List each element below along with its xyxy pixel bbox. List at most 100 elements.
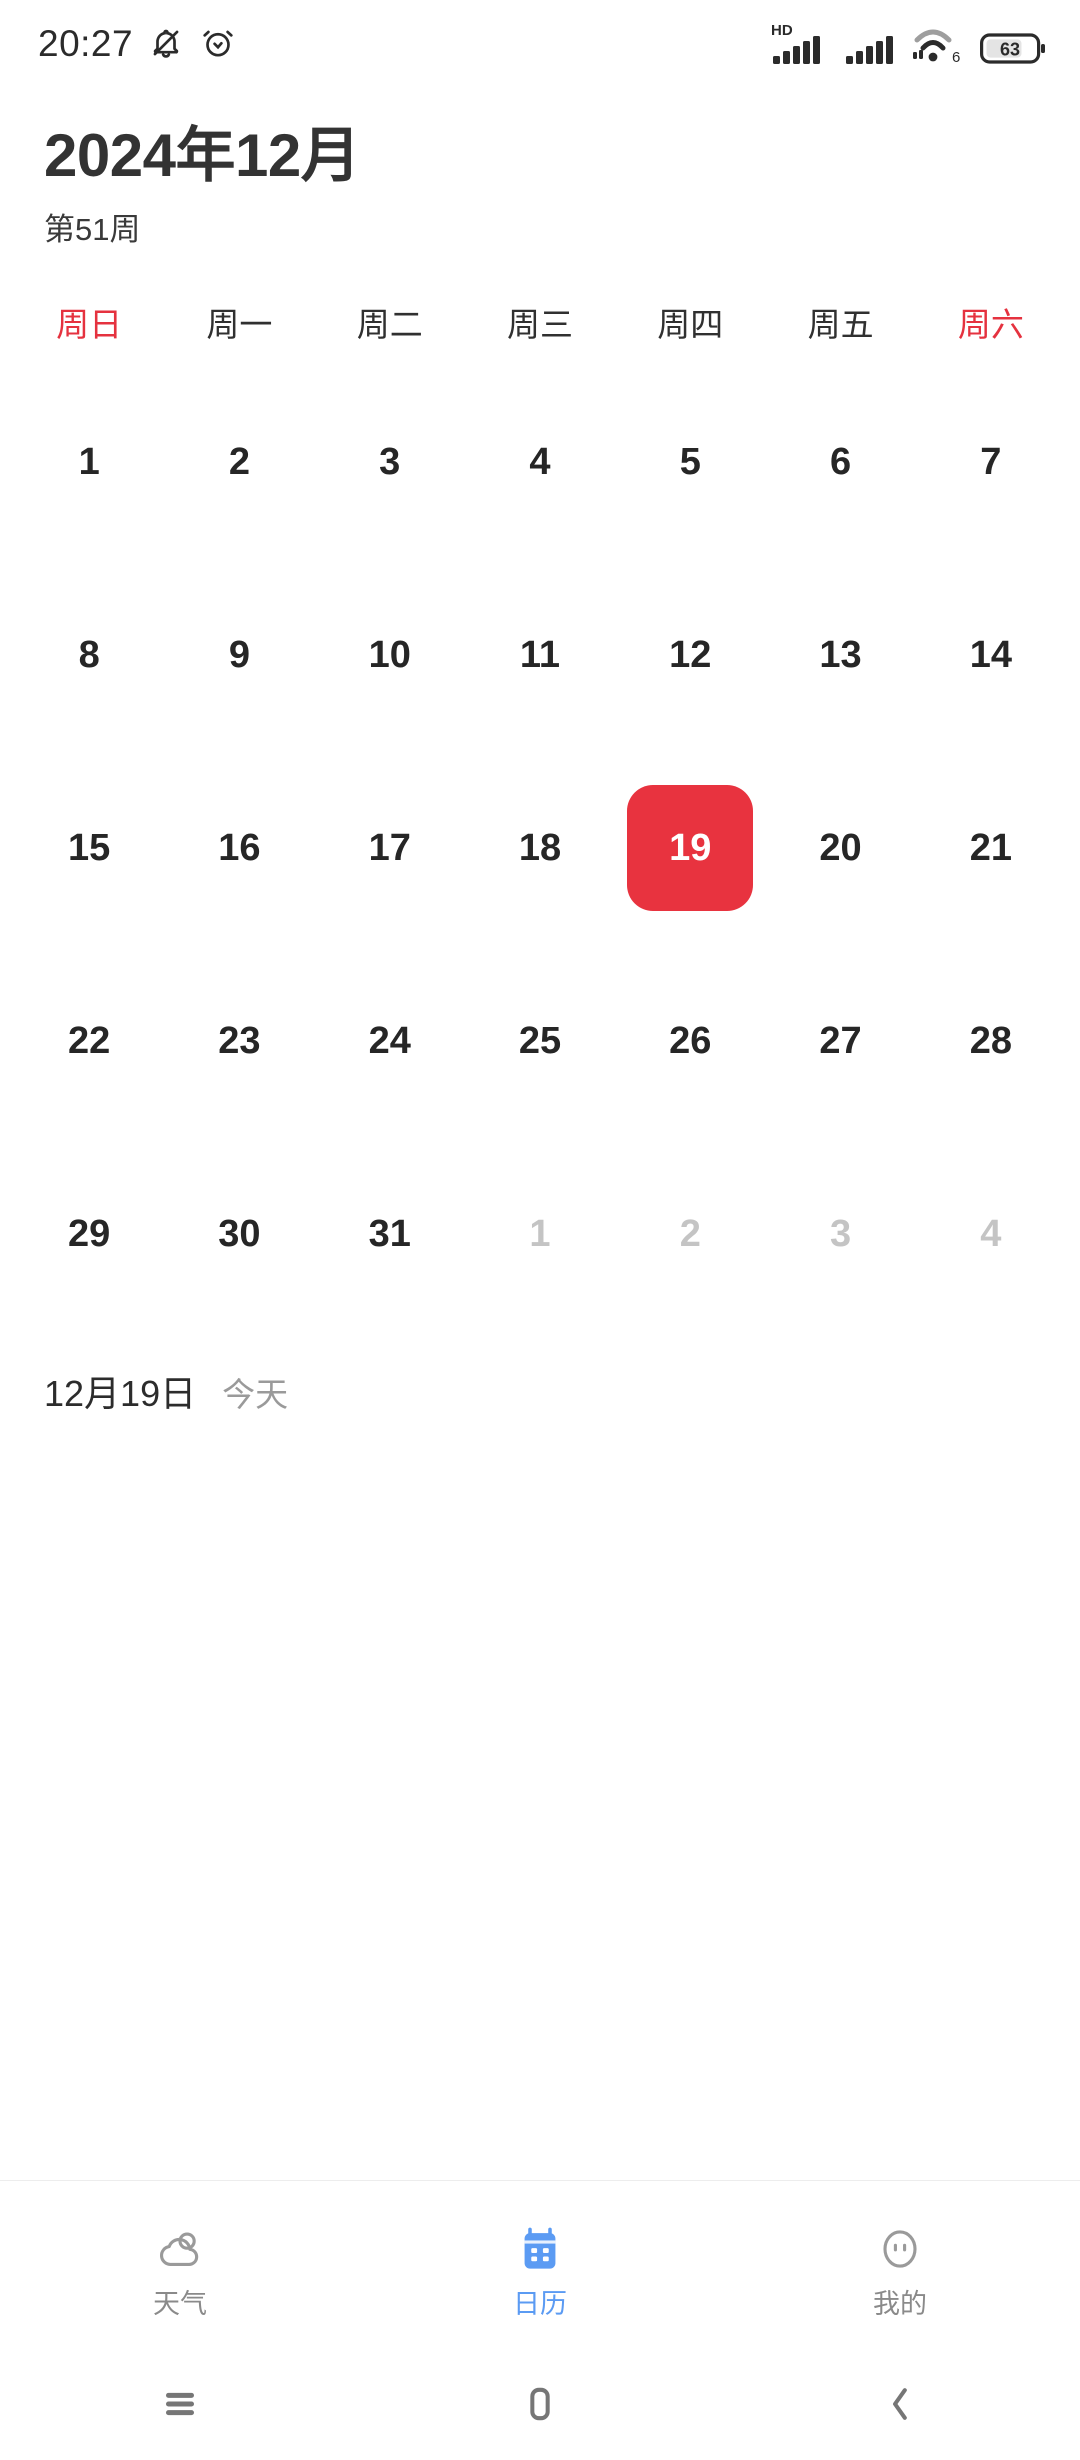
status-bar-clock: 20:27 — [38, 22, 134, 64]
date-cell[interactable]: 9 — [164, 558, 314, 751]
tab-label: 天气 — [153, 2289, 207, 2319]
date-number[interactable]: 4 — [477, 399, 603, 525]
date-number[interactable]: 16 — [176, 785, 302, 911]
status-bar-left: 20:27 — [38, 24, 237, 62]
date-number[interactable]: 9 — [176, 592, 302, 718]
week-number-label: 第51周 — [44, 212, 141, 248]
date-number[interactable]: 27 — [778, 978, 904, 1104]
date-number[interactable]: 8 — [26, 592, 152, 718]
calendar-app-screen: 20:27 HD 6 63 2024年12月 第51周 周日 周一 周二 周三 … — [0, 0, 1080, 2460]
date-cell[interactable]: 3 — [765, 1137, 915, 1330]
date-cell[interactable]: 12 — [615, 558, 765, 751]
date-cell[interactable]: 30 — [164, 1137, 314, 1330]
weekday-header-5: 周五 — [807, 306, 874, 344]
date-cell[interactable]: 4 — [465, 365, 615, 558]
calendar-date-grid[interactable]: 1 2 3 4 5 6 7 8 9 10 11 12 13 14 15 16 17 18 19 20 21 22 23 24 2… — [0, 365, 1080, 1330]
date-number[interactable]: 22 — [26, 978, 152, 1104]
date-cell[interactable]: 11 — [465, 558, 615, 751]
date-number[interactable]: 26 — [627, 978, 753, 1104]
date-cell[interactable]: 5 — [615, 365, 765, 558]
date-cell[interactable]: 3 — [315, 365, 465, 558]
tab-calendar[interactable]: 日历 — [360, 2181, 720, 2348]
date-cell[interactable]: 2 — [615, 1137, 765, 1330]
weekday-header-2: 周二 — [356, 306, 423, 344]
face-icon — [874, 2223, 926, 2275]
date-cell[interactable]: 8 — [14, 558, 164, 751]
date-number[interactable]: 15 — [26, 785, 152, 911]
tab-label: 日历 — [513, 2289, 567, 2319]
date-cell[interactable]: 15 — [14, 751, 164, 944]
date-cell[interactable]: 1 — [14, 365, 164, 558]
date-number[interactable]: 31 — [327, 1171, 453, 1297]
cloud-icon — [154, 2223, 206, 2275]
date-cell[interactable]: 27 — [765, 944, 915, 1137]
date-number[interactable]: 20 — [778, 785, 904, 911]
tab-face[interactable]: 我的 — [720, 2181, 1080, 2348]
page-title[interactable]: 2024年12月 — [44, 122, 1036, 189]
date-cell[interactable]: 18 — [465, 751, 615, 944]
alarm-clock-icon — [199, 24, 237, 62]
date-number[interactable]: 24 — [327, 978, 453, 1104]
date-number[interactable]: 13 — [778, 592, 904, 718]
svg-text:HD: HD — [771, 22, 793, 39]
date-cell[interactable]: 26 — [615, 944, 765, 1137]
date-number[interactable]: 25 — [477, 978, 603, 1104]
weekday-header-4: 周四 — [657, 306, 724, 344]
back-button[interactable] — [720, 2348, 1080, 2460]
date-number[interactable]: 2 — [627, 1171, 753, 1297]
date-cell[interactable]: 10 — [315, 558, 465, 751]
svg-text:6: 6 — [952, 49, 960, 66]
date-cell[interactable]: 29 — [14, 1137, 164, 1330]
date-number[interactable]: 14 — [928, 592, 1054, 718]
tab-cloud[interactable]: 天气 — [0, 2181, 360, 2348]
date-number[interactable]: 11 — [477, 592, 603, 718]
weekday-header-row: 周日 周一 周二 周三 周四 周五 周六 — [0, 298, 1080, 351]
date-cell[interactable]: 17 — [315, 751, 465, 944]
selected-date-row: 12月19日 今天 — [0, 1330, 1080, 1415]
date-cell[interactable]: 19 — [615, 751, 765, 944]
date-number[interactable]: 29 — [26, 1171, 152, 1297]
date-number[interactable]: 7 — [928, 399, 1054, 525]
date-number[interactable]: 4 — [928, 1171, 1054, 1297]
date-number[interactable]: 5 — [627, 399, 753, 525]
signal-bars-icon — [846, 20, 898, 66]
date-number[interactable]: 3 — [778, 1171, 904, 1297]
date-number[interactable]: 23 — [176, 978, 302, 1104]
date-cell[interactable]: 4 — [916, 1137, 1066, 1330]
date-cell[interactable]: 25 — [465, 944, 615, 1137]
date-cell[interactable]: 14 — [916, 558, 1066, 751]
date-number[interactable]: 1 — [26, 399, 152, 525]
date-number[interactable]: 10 — [327, 592, 453, 718]
home-button[interactable] — [360, 2348, 720, 2460]
date-cell[interactable]: 22 — [14, 944, 164, 1137]
date-number[interactable]: 17 — [327, 785, 453, 911]
date-number[interactable]: 28 — [928, 978, 1054, 1104]
date-number[interactable]: 2 — [176, 399, 302, 525]
date-cell[interactable]: 20 — [765, 751, 915, 944]
date-cell[interactable]: 24 — [315, 944, 465, 1137]
date-cell[interactable]: 16 — [164, 751, 314, 944]
recents-button[interactable] — [0, 2348, 360, 2460]
date-cell[interactable]: 23 — [164, 944, 314, 1137]
date-number[interactable]: 21 — [928, 785, 1054, 911]
date-number[interactable]: 12 — [627, 592, 753, 718]
date-cell[interactable]: 28 — [916, 944, 1066, 1137]
tab-label: 我的 — [873, 2289, 927, 2319]
date-number[interactable]: 3 — [327, 399, 453, 525]
date-cell[interactable]: 2 — [164, 365, 314, 558]
date-cell[interactable]: 31 — [315, 1137, 465, 1330]
date-cell[interactable]: 6 — [765, 365, 915, 558]
date-number[interactable]: 30 — [176, 1171, 302, 1297]
calendar-header: 2024年12月 第51周 — [0, 86, 1080, 248]
battery-level-text: 63 — [1000, 40, 1020, 60]
date-cell[interactable]: 13 — [765, 558, 915, 751]
calendar-icon — [514, 2223, 566, 2275]
date-today-highlight[interactable]: 19 — [627, 784, 754, 911]
date-number[interactable]: 18 — [477, 785, 603, 911]
date-cell[interactable]: 7 — [916, 365, 1066, 558]
date-number[interactable]: 6 — [778, 399, 904, 525]
date-number[interactable]: 1 — [477, 1171, 603, 1297]
date-cell[interactable]: 21 — [916, 751, 1066, 944]
weekday-header-0: 周日 — [56, 306, 123, 344]
date-cell[interactable]: 1 — [465, 1137, 615, 1330]
